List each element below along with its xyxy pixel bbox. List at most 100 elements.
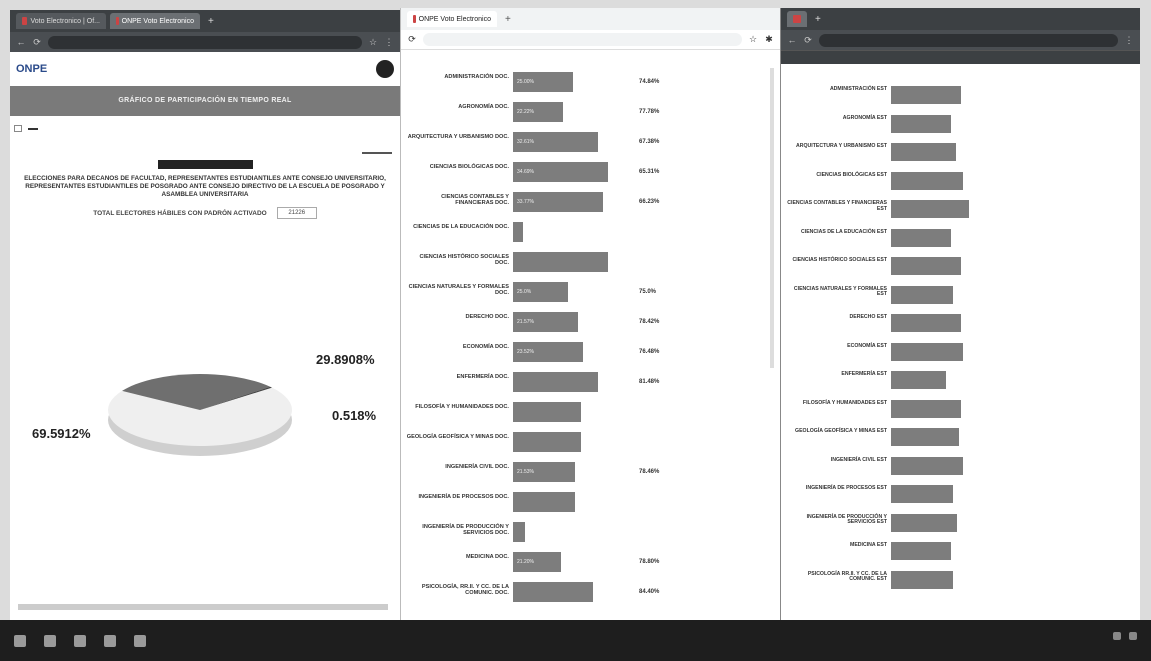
bar-value-label: 74.84% (639, 79, 660, 85)
bar-value-label: 78.80% (639, 559, 660, 565)
bar-inner-label: 33.77% (517, 199, 534, 205)
bar-label: GEOLOGÍA GEOFÍSICA Y MINAS DOC. (406, 434, 509, 440)
bar (891, 228, 951, 247)
bar-value-label: 66.23% (639, 199, 660, 205)
reload-icon[interactable]: ⟳ (803, 35, 813, 46)
logo-text: ONPE (16, 63, 48, 75)
bar-row: ENFERMERÍA EST (781, 367, 1140, 397)
search-icon[interactable] (44, 634, 56, 647)
total-electors: TOTAL ELECTORES HÁBILES CON PADRÓN ACTIV… (10, 207, 400, 219)
bar-row: INGENIERÍA DE PRODUCCIÓN Y SERVICIOS DOC… (401, 518, 780, 548)
tab-onpe-3[interactable] (787, 11, 807, 27)
bar-row: INGENIERÍA CIVIL EST (781, 453, 1140, 483)
menu-icon[interactable]: ⋮ (384, 37, 394, 48)
url-field[interactable] (819, 33, 1118, 47)
url-field[interactable] (48, 35, 362, 49)
bar-row: CIENCIAS BIOLÓGICAS DOC. 34.69% 65.31% (401, 158, 780, 188)
reload-icon[interactable]: ⟳ (407, 34, 417, 45)
bar (891, 257, 961, 275)
taskbar (0, 620, 1151, 661)
windows-start-icon[interactable] (14, 634, 26, 647)
star-icon[interactable]: ☆ (748, 34, 758, 45)
filter-select[interactable] (14, 125, 22, 132)
bar-value-label: 65.31% (639, 169, 660, 175)
bar-label: AGRONOMÍA EST (842, 114, 887, 121)
tab-favicon-icon (116, 17, 119, 25)
bar (891, 428, 959, 446)
address-bar-2: ⟳ ☆ ✱ (401, 30, 780, 50)
bar-label: INGENIERÍA DE PRODUCCIÓN Y SERVICIOS EST (806, 513, 887, 526)
menu-icon[interactable]: ⋮ (1124, 35, 1134, 46)
bar-inner-label: 21.53% (517, 469, 534, 475)
bar-row: CIENCIAS CONTABLES Y FINANCIERAS EST (781, 196, 1140, 226)
bar-value-label: 75.0% (639, 289, 657, 295)
bar-label: DERECHO EST (849, 314, 887, 320)
bar (891, 171, 963, 190)
back-icon[interactable]: ← (16, 37, 26, 47)
bar-label: MEDICINA EST (850, 542, 887, 548)
bookmarks-bar (781, 50, 1140, 64)
tab-favicon-icon (793, 15, 801, 23)
back-icon[interactable]: ← (787, 35, 797, 45)
new-tab-button[interactable]: + (811, 14, 825, 25)
vertical-scrollbar[interactable] (770, 68, 774, 368)
tab-onpe[interactable]: ONPE Voto Electronico (407, 11, 497, 27)
bar-row: PSICOLOGÍA RR.II. Y CC. DE LA COMUNIC. E… (781, 567, 1140, 597)
bar-row: CIENCIAS CONTABLES Y FINANCIERAS DOC. 33.… (401, 188, 780, 218)
bar-label: CIENCIAS DE LA EDUCACIÓN EST (801, 228, 887, 235)
volume-icon[interactable] (1129, 632, 1137, 640)
bar-label: FILOSOFÍA Y HUMANIDADES EST (802, 399, 887, 406)
new-tab-button[interactable]: + (501, 14, 515, 25)
bar (513, 492, 575, 512)
horizontal-scrollbar[interactable] (18, 604, 388, 610)
onpe-logo[interactable]: ONPE (16, 63, 47, 75)
reload-icon[interactable]: ⟳ (32, 37, 42, 48)
pie-label-c: 69.5912% (32, 426, 91, 441)
browser-icon[interactable] (104, 634, 116, 647)
bar: 33.77% (513, 192, 603, 212)
filter-button[interactable] (28, 127, 38, 130)
bar-inner-label: 34.69% (517, 169, 534, 175)
bar (891, 342, 963, 361)
star-icon[interactable]: ☆ (368, 37, 378, 48)
bar-label: CIENCIAS HISTÓRICO SOCIALES EST (792, 257, 887, 263)
tab-voto-2[interactable]: ONPE Voto Electronico (110, 13, 200, 29)
bar-inner-label: 32.61% (517, 139, 534, 145)
browser-window-docentes: ONPE Voto Electronico + ⟳ ☆ ✱ ADMINISTRA… (400, 8, 780, 620)
tab-label: Voto Electronico | Of... (30, 17, 100, 25)
bar-label: ADMINISTRACIÓN EST (829, 86, 887, 92)
extensions-icon[interactable]: ✱ (764, 34, 774, 45)
bar-row: ENFERMERÍA DOC. 81.48% (401, 368, 780, 398)
bar-row: GEOLOGÍA GEOFÍSICA Y MINAS EST (781, 424, 1140, 454)
desktop-screen: Voto Electronico | Of... ONPE Voto Elect… (0, 0, 1151, 661)
tab-favicon-icon (413, 15, 416, 23)
bar-label: INGENIERÍA DE PROCESOS DOC. (418, 494, 509, 500)
divider (362, 152, 392, 154)
bar-row: ECONOMÍA EST (781, 339, 1140, 369)
bar-row: PSICOLOGÍA, RR.II. Y CC. DE LA COMUNIC. … (401, 578, 780, 608)
account-avatar[interactable] (376, 60, 394, 78)
new-tab-button[interactable]: + (204, 16, 218, 27)
tab-voto-1[interactable]: Voto Electronico | Of... (16, 13, 106, 29)
bar-row: INGENIERÍA DE PROCESOS DOC. (401, 488, 780, 518)
bar-row: MEDICINA EST (781, 538, 1140, 568)
bar: 34.69% (513, 162, 608, 182)
bar (891, 285, 953, 304)
network-icon[interactable] (1113, 632, 1121, 640)
bar-row: DERECHO DOC. 21.57% 78.42% (401, 308, 780, 338)
bar-inner-label: 25.0% (517, 289, 532, 295)
bar-label: ENFERMERÍA DOC. (456, 374, 509, 380)
folder-icon[interactable] (134, 634, 146, 647)
browser-window-onpe-main: Voto Electronico | Of... ONPE Voto Elect… (10, 10, 400, 620)
taskview-icon[interactable] (74, 634, 86, 647)
bar-label: ECONOMÍA DOC. (462, 344, 509, 350)
bar-inner-label: 23.52% (517, 349, 534, 355)
bar-value-label: 67.38% (639, 139, 660, 145)
election-title: ELECCIONES PARA DECANOS DE FACULTAD, REP… (24, 175, 386, 198)
bar-label: GEOLOGÍA GEOFÍSICA Y MINAS EST (795, 428, 887, 434)
url-field[interactable] (423, 33, 742, 46)
bar-label: CIENCIAS HISTÓRICO SOCIALES DOC. (419, 254, 509, 267)
bar-row: ADMINISTRACIÓN EST (781, 82, 1140, 112)
bar-row: CIENCIAS NATURALES Y FORMALES DOC. 25.0% 7… (401, 278, 780, 308)
bar-row: GEOLOGÍA GEOFÍSICA Y MINAS DOC. (401, 428, 780, 458)
